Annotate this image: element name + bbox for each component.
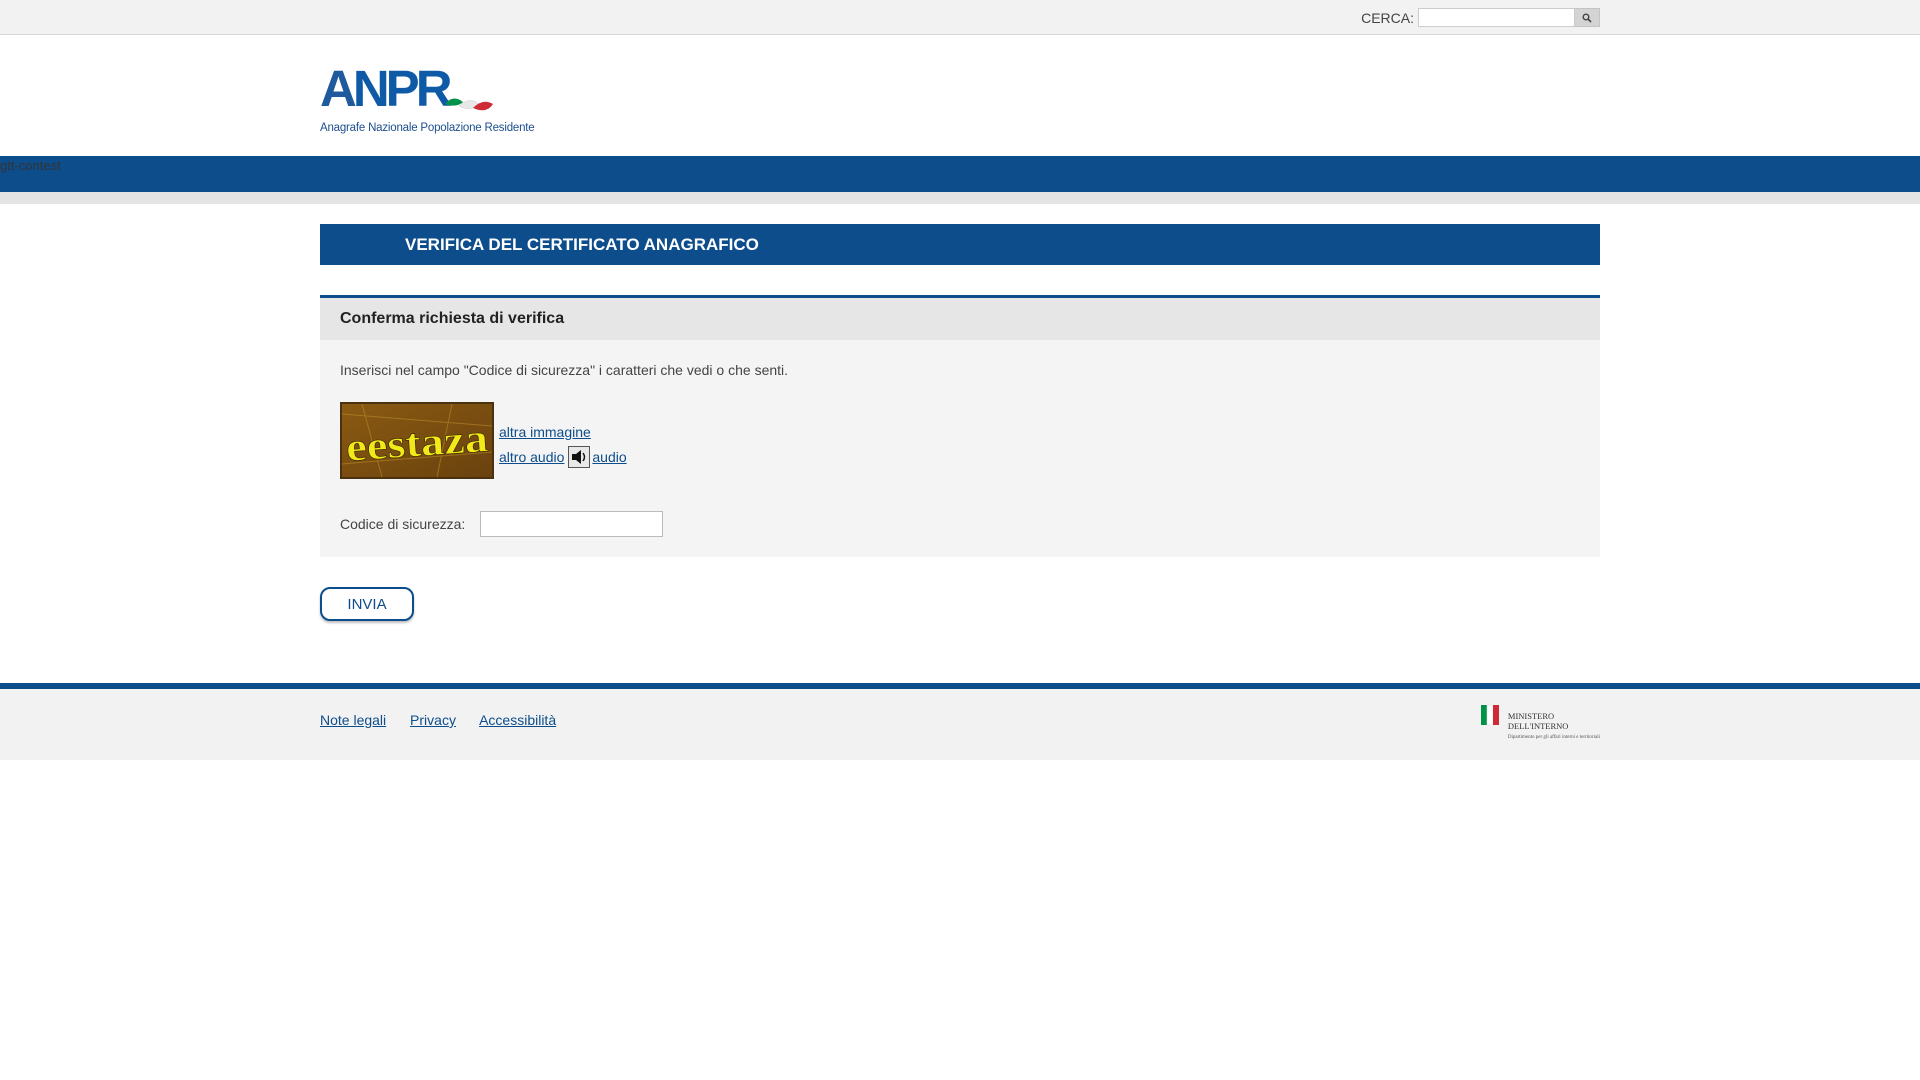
italian-flag-swoosh-icon — [444, 98, 493, 111]
captcha-row: eestaza altra immagine altro audio audio — [340, 402, 1580, 479]
logo-wordmark-a: A — [320, 60, 357, 117]
verification-panel: Conferma richiesta di verifica Inserisci… — [320, 295, 1600, 557]
footer-link-legal-notes[interactable]: Note legali — [320, 712, 386, 728]
captcha-image: eestaza — [340, 402, 494, 479]
top-utility-bar: CERCA: — [0, 0, 1920, 35]
main-navigation-band: gtt-contest — [0, 156, 1920, 204]
ministry-flag-icon — [1480, 704, 1499, 726]
search-button[interactable] — [1575, 8, 1600, 27]
search-input[interactable] — [1418, 8, 1575, 27]
panel-body: Inserisci nel campo "Codice di sicurezza… — [320, 340, 1600, 557]
skip-link[interactable]: gtt-contest — [0, 158, 61, 173]
ministry-name-line2: DELL'INTERNO — [1507, 720, 1569, 731]
captcha-links: altra immagine altro audio audio — [499, 424, 627, 468]
speaker-icon[interactable] — [568, 446, 591, 468]
anpr-logo[interactable]: ANPR Anagrafe Nazionale Popolazione Resi… — [320, 63, 535, 134]
search-icon — [1582, 13, 1592, 23]
panel-title: Conferma richiesta di verifica — [320, 298, 1600, 340]
instructions-text: Inserisci nel campo "Codice di sicurezza… — [340, 362, 789, 378]
site-header: ANPR Anagrafe Nazionale Popolazione Resi… — [0, 35, 1920, 156]
logo-wordmark-npr: NPR — [352, 60, 453, 117]
search-form: CERCA: — [1361, 8, 1600, 27]
footer-link-accessibility[interactable]: Accessibilità — [479, 712, 556, 728]
ministry-logo[interactable]: MINISTERO DELL'INTERNO Dipartimento per … — [1478, 703, 1600, 740]
submit-button[interactable]: INVIA — [320, 587, 414, 621]
security-code-input[interactable] — [480, 511, 663, 537]
security-code-row: Codice di sicurezza: — [340, 511, 1580, 537]
audio-link[interactable]: audio — [592, 449, 626, 465]
ministry-department: Dipartimento per gli affari interni e te… — [1507, 734, 1600, 740]
other-audio-link[interactable]: altro audio — [499, 449, 564, 465]
main-content: VERIFICA DEL CERTIFICATO ANAGRAFICO Conf… — [320, 224, 1600, 621]
logo-subtitle: Anagrafe Nazionale Popolazione Residente — [320, 122, 535, 134]
other-image-link[interactable]: altra immagine — [499, 424, 591, 440]
footer-links: Note legali Privacy Accessibilità — [320, 712, 576, 728]
page-title: VERIFICA DEL CERTIFICATO ANAGRAFICO — [320, 224, 1600, 265]
search-label: CERCA: — [1361, 9, 1414, 26]
security-code-label: Codice di sicurezza: — [340, 516, 466, 532]
site-footer: Note legali Privacy Accessibilità MINIST… — [0, 683, 1920, 760]
footer-link-privacy[interactable]: Privacy — [410, 712, 456, 728]
